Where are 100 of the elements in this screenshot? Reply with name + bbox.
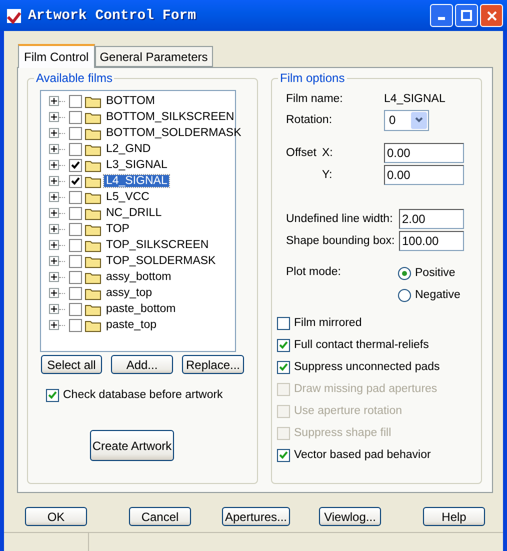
expand-icon[interactable]	[49, 320, 59, 330]
checkbox[interactable]	[69, 110, 82, 124]
field-label: X:	[322, 147, 334, 159]
group-label: Film options	[278, 71, 347, 85]
film-item[interactable]: L5_VCC	[104, 191, 152, 203]
maximize-button[interactable]	[455, 4, 478, 27]
list-button[interactable]: Replace...	[182, 355, 244, 374]
maximize-icon	[461, 10, 472, 21]
folder-icon	[85, 142, 101, 156]
film-name-value: L4_SIGNAL	[384, 93, 446, 105]
dialog-button[interactable]: Help	[423, 507, 485, 526]
checkbox[interactable]	[277, 338, 290, 352]
radio-button[interactable]	[398, 288, 411, 302]
field-label: Shape bounding box:	[286, 235, 396, 247]
expand-icon[interactable]	[49, 96, 59, 106]
checkbox-label: Draw missing pad apertures	[294, 383, 438, 395]
list-button[interactable]: Select all	[41, 355, 102, 374]
window-title: Artwork Control Form	[28, 8, 198, 24]
field-label: Plot mode:	[286, 266, 342, 280]
film-item[interactable]: L3_SIGNAL	[104, 159, 170, 171]
folder-icon	[85, 206, 101, 220]
checkbox[interactable]	[69, 302, 82, 316]
close-button[interactable]	[480, 4, 503, 27]
checkbox[interactable]	[69, 286, 82, 300]
tab[interactable]: General Parameters	[94, 46, 213, 67]
expand-icon[interactable]	[49, 288, 59, 298]
film-item[interactable]: paste_top	[104, 319, 159, 331]
checkbox[interactable]	[69, 126, 82, 140]
folder-icon	[85, 110, 101, 124]
checkmark-icon	[279, 341, 288, 349]
list-button[interactable]: Add...	[111, 355, 173, 374]
folder-icon	[85, 94, 101, 108]
dialog-button[interactable]: Viewlog...	[319, 507, 381, 526]
tab[interactable]: Film Control	[18, 44, 95, 68]
checkbox-label: Check database before artwork	[63, 389, 223, 401]
app-icon	[6, 8, 22, 24]
minimize-button[interactable]	[430, 4, 453, 27]
expand-icon[interactable]	[49, 240, 59, 250]
expand-icon[interactable]	[49, 224, 59, 234]
dialog-button[interactable]: OK	[25, 507, 87, 526]
checkbox-label: Film mirrored	[294, 317, 362, 329]
checkmark-icon	[279, 363, 288, 371]
film-item[interactable]: BOTTOM_SILKSCREEN	[104, 111, 236, 123]
radio-label: Negative	[415, 289, 460, 301]
checkbox[interactable]	[69, 206, 82, 220]
checkbox[interactable]	[69, 142, 82, 156]
film-item[interactable]: BOTTOM	[104, 95, 157, 107]
film-item[interactable]: L2_GND	[104, 143, 153, 155]
checkbox[interactable]	[277, 448, 290, 462]
bounding-box-field[interactable]: 100.00	[399, 231, 464, 251]
field-label: Rotation:	[286, 114, 334, 126]
dropdown-icon[interactable]	[411, 112, 427, 128]
film-item[interactable]: assy_top	[104, 287, 154, 299]
expand-icon[interactable]	[49, 192, 59, 202]
film-item[interactable]: TOP	[104, 223, 132, 235]
checkbox[interactable]	[69, 254, 82, 268]
checkbox[interactable]	[69, 270, 82, 284]
expand-icon[interactable]	[49, 112, 59, 122]
folder-icon	[85, 174, 101, 188]
expand-icon[interactable]	[49, 304, 59, 314]
rotation-dropdown[interactable]: 0	[384, 110, 429, 130]
checkbox[interactable]	[69, 94, 82, 108]
checkbox[interactable]	[69, 238, 82, 252]
checkbox[interactable]	[69, 158, 82, 172]
dialog-button[interactable]: Apertures...	[222, 507, 290, 526]
offset-x-field[interactable]: 0.00	[384, 143, 464, 163]
checkbox[interactable]	[69, 174, 82, 188]
checkbox-label: Suppress shape fill	[294, 427, 392, 439]
checkbox[interactable]	[69, 190, 82, 204]
checkbox[interactable]	[46, 388, 59, 402]
expand-icon[interactable]	[49, 272, 59, 282]
offset-y-field[interactable]: 0.00	[384, 165, 464, 185]
film-item[interactable]: NC_DRILL	[104, 207, 164, 219]
field-label: Offset	[286, 147, 318, 159]
folder-icon	[85, 238, 101, 252]
checkbox[interactable]	[277, 360, 290, 374]
expand-icon[interactable]	[49, 160, 59, 170]
folder-icon	[85, 254, 101, 268]
field-label: Undefined line width:	[286, 213, 394, 225]
expand-icon[interactable]	[49, 144, 59, 154]
film-item[interactable]: TOP_SOLDERMASK	[104, 255, 218, 267]
checkbox[interactable]	[69, 222, 82, 236]
radio-button[interactable]	[398, 266, 411, 280]
film-item[interactable]: L4_SIGNAL	[104, 175, 170, 187]
film-item[interactable]: BOTTOM_SOLDERMASK	[104, 127, 244, 139]
expand-icon[interactable]	[49, 256, 59, 266]
film-item[interactable]: assy_bottom	[104, 271, 174, 283]
film-item[interactable]: TOP_SILKSCREEN	[104, 239, 211, 251]
checkbox[interactable]	[277, 316, 290, 330]
create-artwork-button[interactable]: Create Artwork	[90, 430, 174, 461]
film-item[interactable]: paste_bottom	[104, 303, 178, 315]
checkbox[interactable]	[69, 318, 82, 332]
expand-icon[interactable]	[49, 176, 59, 186]
expand-icon[interactable]	[49, 128, 59, 138]
line-width-field[interactable]: 2.00	[399, 209, 464, 229]
expand-icon[interactable]	[49, 208, 59, 218]
folder-icon	[85, 126, 101, 140]
dialog-button[interactable]: Cancel	[129, 507, 191, 526]
close-icon	[486, 10, 496, 20]
folder-icon	[85, 222, 101, 236]
